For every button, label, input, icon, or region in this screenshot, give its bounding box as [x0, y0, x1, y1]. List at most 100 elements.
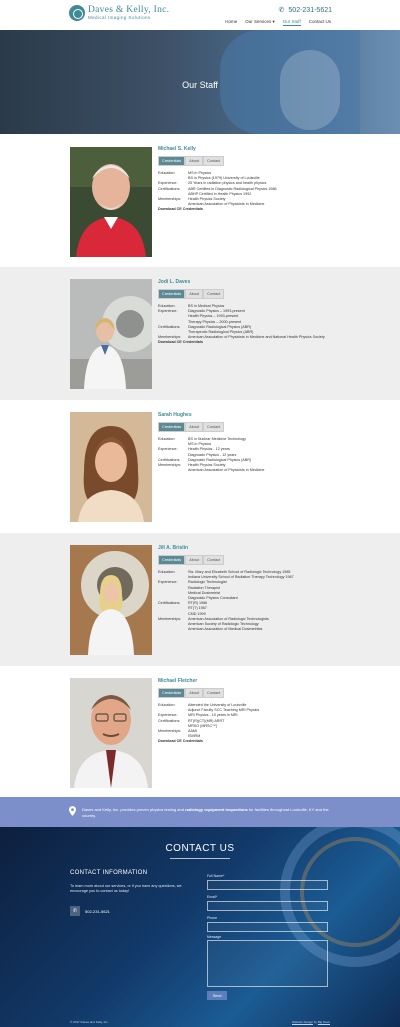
- main-nav: Home Our Services ▾ Our Staff Contact Us: [225, 19, 331, 26]
- tab-credentials[interactable]: Credentials: [158, 156, 186, 166]
- credential-row: Certifications: RT(R) 1986 RT(T) 1987 CMD …: [158, 601, 294, 617]
- credential-label: Certifications:: [158, 601, 181, 606]
- staff-photo: [70, 412, 152, 522]
- logo-mark-icon: [69, 5, 85, 21]
- header-phone-number: 502-231-5621: [288, 6, 332, 14]
- send-button[interactable]: Send: [207, 991, 227, 1000]
- credential-row: Memberships: AAMI ISMRM: [158, 729, 259, 739]
- designer-link[interactable]: Big Dave: [318, 1020, 330, 1024]
- staff-credentials: Education: Sts. Mary and Elizabeth Schoo…: [158, 570, 294, 632]
- phone-label: Phone: [207, 916, 218, 920]
- staff-name: Jill A. Brislin: [158, 545, 189, 551]
- credential-label: Experience:: [158, 580, 178, 585]
- staff-credentials: Education: Attended the University of Lo…: [158, 703, 259, 745]
- staff-photo: [70, 279, 152, 389]
- credential-label: Memberships:: [158, 197, 182, 202]
- credential-value: American Association of Medical Dosimetr…: [188, 627, 263, 632]
- tab-credentials[interactable]: Credentials: [158, 688, 186, 698]
- credential-label: Certifications:: [158, 186, 181, 191]
- staff-name: Michael Fletcher: [158, 678, 198, 684]
- download-ce-credentials-link[interactable]: Download CE Credentials: [158, 340, 325, 345]
- tab-about[interactable]: About: [185, 555, 204, 565]
- credential-value: American Association of Physicists in Me…: [188, 335, 325, 340]
- nav-our-staff[interactable]: Our Staff: [282, 19, 301, 26]
- hero-background-highlight: [280, 50, 340, 130]
- staff-section-michael-fletcher: Michael Fletcher Credentials About Conta…: [0, 666, 400, 797]
- nav-our-services[interactable]: Our Services ▾: [245, 19, 275, 26]
- phone-input[interactable]: [207, 922, 328, 932]
- credential-label: Certifications:: [158, 324, 181, 329]
- full-name-input[interactable]: [207, 880, 328, 890]
- credential-row: Education: Sts. Mary and Elizabeth Schoo…: [158, 570, 294, 580]
- tab-contact[interactable]: Contact: [203, 422, 225, 432]
- credential-row: Memberships: Health Physics Society Ameri…: [158, 197, 277, 207]
- full-name-label: Full Name*: [207, 874, 225, 878]
- contact-section: CONTACT US CONTACT INFORMATION To learn …: [0, 827, 400, 1027]
- tab-about[interactable]: About: [185, 688, 204, 698]
- credential-row: Education: BS in Nuclear Medicine Techno…: [158, 437, 264, 447]
- staff-photo: [70, 545, 152, 655]
- tab-about[interactable]: About: [185, 289, 204, 299]
- credential-row: Certifications: RT(R)(CT)(MR) ARRT MRSO (…: [158, 719, 259, 729]
- credential-row: Experience: Diagnostic Physics – 1993-pr…: [158, 309, 325, 325]
- tab-contact[interactable]: Contact: [203, 688, 225, 698]
- staff-tabs: Credentials About Contact: [158, 688, 225, 698]
- email-label: Email*: [207, 895, 218, 899]
- banner-text-part: Daves and Kelly, Inc. provides proven ph…: [82, 807, 186, 812]
- credential-label: Education:: [158, 171, 176, 175]
- header-phone[interactable]: ✆ 502-231-5621: [278, 6, 332, 15]
- nav-contact-us[interactable]: Contact Us: [309, 19, 331, 26]
- phone-icon: ✆: [70, 906, 80, 916]
- tab-about[interactable]: About: [185, 422, 204, 432]
- credential-label: Experience:: [158, 447, 178, 452]
- email-input[interactable]: [207, 901, 328, 911]
- contact-phone-number: 502-231-5621: [85, 908, 110, 914]
- credential-row: Education: Attended the University of Lo…: [158, 703, 259, 713]
- footer-credit: Website Design by Big Dave: [292, 1020, 330, 1024]
- message-textarea[interactable]: [207, 940, 328, 987]
- credential-row: Experience: Radiologic Technologist Radia…: [158, 580, 294, 601]
- nav-home[interactable]: Home: [225, 19, 237, 26]
- staff-name: Jodi L. Daves: [158, 279, 191, 285]
- credential-row: Memberships: American Association of Rad…: [158, 617, 294, 633]
- download-ce-credentials-link[interactable]: Download CE Credentials: [158, 207, 277, 212]
- staff-credentials: Education: MS in Physics BS in Physics (1…: [158, 171, 277, 213]
- staff-credentials: Education: BS in Nuclear Medicine Techno…: [158, 437, 264, 473]
- banner-text-emphasis: radiology equipment inspections: [185, 807, 248, 812]
- services-banner: Daves and Kelly, Inc. provides proven ph…: [0, 797, 400, 827]
- site-header: Daves & Kelly, Inc. Medical Imaging Solu…: [0, 0, 400, 30]
- credential-label: Certifications:: [158, 718, 181, 723]
- tab-contact[interactable]: Contact: [203, 289, 225, 299]
- staff-photo: [70, 678, 152, 788]
- tab-about[interactable]: About: [185, 156, 204, 166]
- tab-contact[interactable]: Contact: [203, 555, 225, 565]
- title-divider: [170, 858, 230, 859]
- logo[interactable]: Daves & Kelly, Inc. Medical Imaging Solu…: [69, 5, 169, 21]
- credential-label: Experience:: [158, 309, 178, 314]
- credential-label: Education:: [158, 570, 176, 574]
- download-ce-credentials-link[interactable]: Download CE Credentials: [158, 739, 259, 744]
- contact-info-title: CONTACT INFORMATION: [70, 870, 148, 876]
- staff-photo: [70, 147, 152, 257]
- credential-row: Memberships: Health Physics Society Ameri…: [158, 463, 264, 473]
- message-label: Message: [207, 935, 222, 939]
- copyright: © 2017 Daves and Kelly, Inc.: [70, 1020, 109, 1024]
- tab-credentials[interactable]: Credentials: [158, 555, 186, 565]
- tab-credentials[interactable]: Credentials: [158, 289, 186, 299]
- staff-tabs: Credentials About Contact: [158, 156, 225, 166]
- website-design-link[interactable]: Website Design: [292, 1020, 313, 1024]
- credential-row: Certifications: Diagnostic Radiological …: [158, 325, 325, 335]
- staff-section-jodi-daves: Jodi L. Daves Credentials About Contact …: [0, 267, 400, 400]
- tab-credentials[interactable]: Credentials: [158, 422, 186, 432]
- tab-contact[interactable]: Contact: [203, 156, 225, 166]
- phone-icon: ✆: [278, 7, 285, 14]
- credential-value: American Association of Physicists in Me…: [188, 468, 265, 473]
- staff-section-jill-brislin: Jill A. Brislin Credentials About Contac…: [0, 533, 400, 666]
- credential-label: Memberships:: [158, 729, 182, 734]
- logo-tagline: Medical Imaging Solutions: [88, 15, 151, 20]
- credential-label: Memberships:: [158, 463, 182, 468]
- map-pin-icon: [69, 806, 76, 816]
- contact-phone[interactable]: ✆ 502-231-5621: [70, 906, 110, 916]
- staff-name: Michael S. Kelly: [158, 146, 196, 152]
- banner-text: Daves and Kelly, Inc. provides proven ph…: [82, 807, 332, 818]
